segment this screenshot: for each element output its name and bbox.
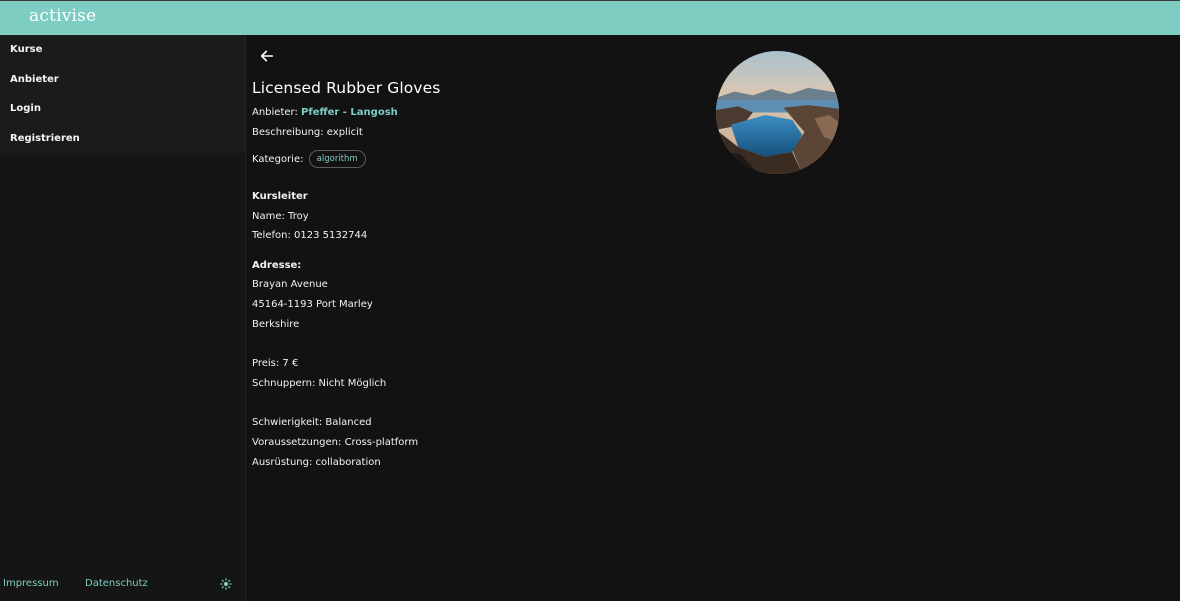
course-image <box>716 51 839 174</box>
price-text: Preis: 7 € <box>252 358 299 369</box>
equipment-text: Ausrüstung: collaboration <box>252 457 381 468</box>
instructor-phone: Telefon: 0123 5132744 <box>252 230 368 241</box>
sidebar-item-anbieter[interactable]: Anbieter <box>0 65 245 95</box>
difficulty-text: Schwierigkeit: Balanced <box>252 417 372 428</box>
description-text: Beschreibung: explicit <box>252 127 363 138</box>
sidebar: Kurse Anbieter Login Registrieren Impres… <box>0 35 246 601</box>
app-logo[interactable]: activise <box>29 6 96 26</box>
provider-row: Anbieter: Pfeffer - Langosh <box>252 107 398 118</box>
category-row: Kategorie: algorithm <box>252 150 366 168</box>
instructor-heading: Kursleiter <box>252 191 308 202</box>
sidebar-item-login[interactable]: Login <box>0 94 245 124</box>
top-app-bar: activise <box>0 0 1180 35</box>
trial-text: Schnuppern: Nicht Möglich <box>252 378 387 389</box>
sidebar-item-registrieren[interactable]: Registrieren <box>0 124 245 154</box>
address-street: Brayan Avenue <box>252 279 328 290</box>
address-city: 45164-1193 Port Marley <box>252 299 373 310</box>
instructor-name: Name: Troy <box>252 211 309 222</box>
address-region: Berkshire <box>252 319 300 330</box>
sun-icon[interactable] <box>219 577 233 591</box>
requirements-text: Voraussetzungen: Cross-platform <box>252 437 419 448</box>
category-chip[interactable]: algorithm <box>308 150 366 168</box>
impressum-link[interactable]: Impressum <box>3 578 59 589</box>
category-label: Kategorie: <box>252 154 304 165</box>
provider-link[interactable]: Pfeffer - Langosh <box>301 107 398 118</box>
sidebar-nav: Kurse Anbieter Login Registrieren <box>0 35 245 153</box>
datenschutz-link[interactable]: Datenschutz <box>85 578 148 589</box>
back-arrow-icon[interactable] <box>259 48 275 64</box>
address-heading: Adresse: <box>252 260 302 271</box>
sidebar-footer: Impressum Datenschutz <box>0 578 246 592</box>
course-title: Licensed Rubber Gloves <box>252 79 441 97</box>
provider-label: Anbieter: <box>252 107 298 118</box>
sidebar-item-kurse[interactable]: Kurse <box>0 35 245 65</box>
course-detail: Licensed Rubber Gloves Anbieter: Pfeffer… <box>246 35 1180 601</box>
